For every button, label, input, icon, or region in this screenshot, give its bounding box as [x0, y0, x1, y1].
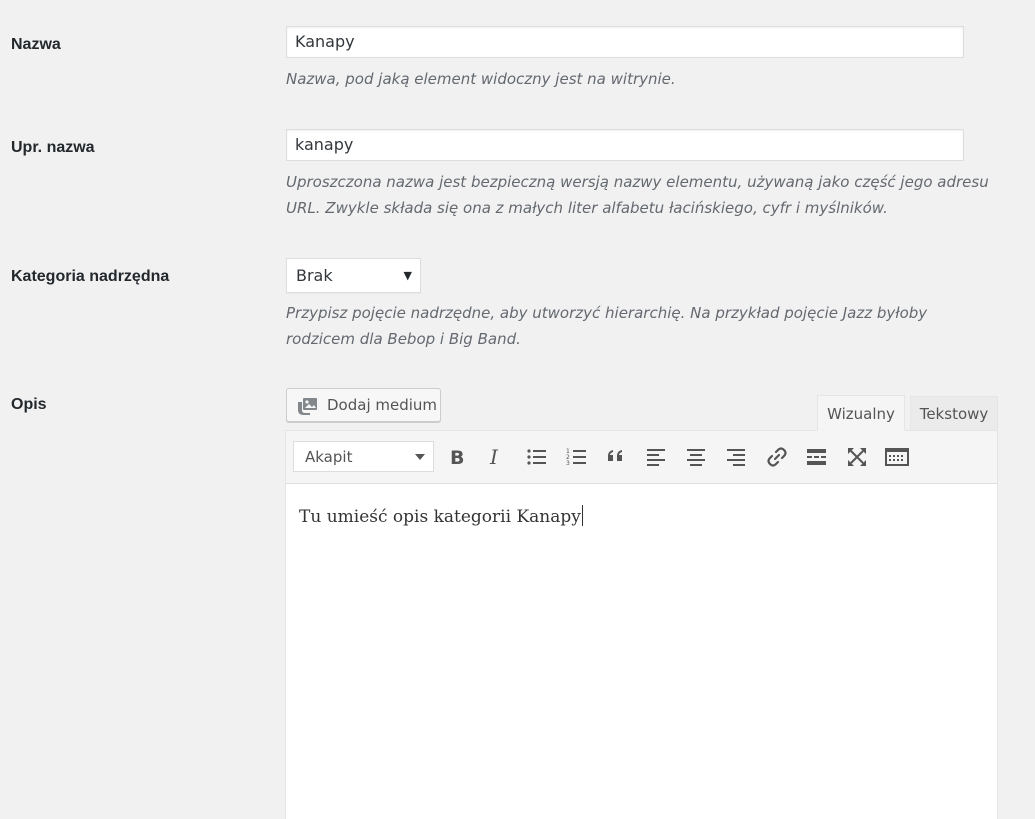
italic-button[interactable]: I	[483, 444, 509, 470]
slug-description-line1: Uproszczona nazwa jest bezpieczną wersją…	[286, 173, 989, 191]
align-left-button[interactable]	[644, 444, 670, 470]
parent-select-value: Brak	[296, 266, 333, 285]
numbered-list-icon: 1 2 3	[566, 448, 586, 467]
chevron-down-icon	[415, 454, 425, 460]
svg-text:3: 3	[566, 460, 570, 467]
align-center-button[interactable]	[684, 444, 710, 470]
parent-description-line1: Przypisz pojęcie nadrzędne, aby utworzyć…	[286, 304, 928, 322]
align-left-icon	[647, 449, 665, 466]
tab-text[interactable]: Tekstowy	[910, 396, 998, 431]
toolbar-toggle-icon	[885, 448, 909, 466]
svg-text:I: I	[489, 445, 499, 469]
parent-select[interactable]: Brak ▼	[286, 258, 421, 293]
editor-toolbar: Akapit B I 1 2 3	[286, 431, 997, 484]
parent-label: Kategoria nadrzędna	[11, 268, 170, 285]
parent-description: Przypisz pojęcie nadrzędne, aby utworzyć…	[286, 300, 996, 352]
align-right-button[interactable]	[724, 444, 750, 470]
fullscreen-button[interactable]	[844, 444, 870, 470]
slug-input[interactable]: kanapy	[286, 129, 964, 161]
format-select-value: Akapit	[305, 448, 353, 466]
bullet-list-button[interactable]	[524, 444, 550, 470]
slug-description-line2: URL. Zwykle składa się ona z małych lite…	[286, 199, 888, 217]
numbered-list-button[interactable]: 1 2 3	[564, 444, 590, 470]
slug-label: Upr. nazwa	[11, 139, 95, 156]
link-button[interactable]	[764, 444, 790, 470]
dropdown-arrow-icon: ▼	[403, 269, 412, 282]
bold-icon: B	[450, 447, 464, 469]
slug-description: Uproszczona nazwa jest bezpieczną wersją…	[286, 169, 996, 221]
fullscreen-icon	[848, 448, 866, 466]
read-more-button[interactable]	[804, 444, 830, 470]
tab-visual[interactable]: Wizualny	[817, 395, 905, 431]
name-description: Nazwa, pod jaką element widoczny jest na…	[286, 70, 676, 88]
italic-icon: I	[489, 445, 499, 469]
text-cursor	[581, 505, 583, 526]
align-center-icon	[687, 449, 705, 466]
add-media-icon	[296, 395, 318, 415]
format-select[interactable]: Akapit	[293, 441, 434, 472]
toolbar-toggle-button[interactable]	[884, 444, 910, 470]
editor-text: Tu umieść opis kategorii Kanapy	[299, 507, 581, 527]
read-more-icon	[807, 449, 826, 465]
parent-description-line2: rodzicem dla Bebop i Big Band.	[286, 330, 521, 348]
editor-content[interactable]: Tu umieść opis kategorii Kanapy	[299, 505, 583, 527]
link-icon	[767, 447, 787, 467]
description-label: Opis	[11, 396, 47, 413]
blockquote-icon	[608, 450, 622, 461]
svg-text:B: B	[450, 447, 464, 469]
blockquote-button[interactable]	[604, 444, 630, 470]
add-media-button[interactable]: Dodaj medium	[286, 388, 441, 422]
bullet-list-icon	[527, 449, 546, 465]
name-input[interactable]: Kanapy	[286, 26, 964, 58]
name-label: Nazwa	[11, 36, 61, 53]
editor: Akapit B I 1 2 3 Tu umieść opis kategori…	[285, 430, 998, 819]
align-right-icon	[727, 449, 745, 466]
add-media-label: Dodaj medium	[327, 396, 438, 414]
bold-button[interactable]: B	[444, 444, 470, 470]
